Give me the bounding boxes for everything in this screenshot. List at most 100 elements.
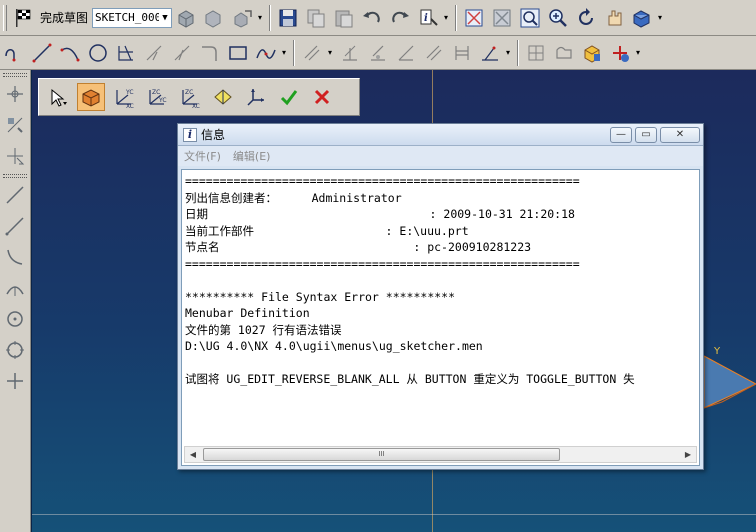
rotate-icon[interactable] — [573, 5, 599, 31]
zoom-box-icon[interactable] — [517, 5, 543, 31]
paste-icon[interactable] — [331, 5, 357, 31]
svg-text:ZC: ZC — [152, 89, 160, 96]
copy-icon[interactable] — [303, 5, 329, 31]
horizontal-scrollbar[interactable]: ◀ III ▶ — [184, 446, 697, 463]
sketch-line-icon[interactable] — [2, 182, 28, 208]
datum-csys-triad — [703, 355, 756, 409]
close-button[interactable]: ✕ — [660, 126, 700, 143]
sketch-name-value: SKETCH_000 — [95, 11, 160, 24]
constraint-parallel-icon[interactable] — [421, 40, 447, 66]
scroll-track[interactable]: III — [201, 447, 680, 462]
selection-filter-icon[interactable] — [2, 143, 28, 169]
cancel-x-icon[interactable] — [308, 83, 336, 111]
info-text-content[interactable]: ========================================… — [185, 173, 699, 445]
main-toolbar: 完成草图 SKETCH_000 ▼ ▾ i ▾ ▾ — [0, 0, 756, 36]
constraint-equal-icon[interactable] — [449, 40, 475, 66]
svg-text:i: i — [424, 13, 428, 24]
datum-axis-horizontal — [32, 514, 756, 515]
sketch-name-select[interactable]: SKETCH_000 ▼ — [92, 7, 173, 28]
quick-trim-icon[interactable] — [113, 40, 139, 66]
left-toolbar — [0, 70, 31, 532]
offset-curve-icon[interactable] — [299, 40, 325, 66]
constraint-perpendicular-icon[interactable] — [337, 40, 363, 66]
datum-csys-icon[interactable] — [242, 83, 270, 111]
sketch-add-icon[interactable] — [607, 40, 633, 66]
xc-zc-plane-icon[interactable]: ZC XC — [176, 83, 204, 111]
info-icon: i — [183, 127, 197, 142]
info-window[interactable]: i 信息 — ▭ ✕ 文件(F) 编辑(E) =================… — [177, 123, 704, 470]
snap-point-icon[interactable] — [2, 112, 28, 138]
sketch-table-icon[interactable] — [523, 40, 549, 66]
solid-view-icon[interactable] — [77, 83, 105, 111]
orient-view-icon[interactable] — [173, 5, 199, 31]
arc-center-icon[interactable] — [2, 275, 28, 301]
fillet-icon[interactable] — [169, 40, 195, 66]
info-line: 日期 : 2009-10-31 21:20:18 — [185, 207, 575, 221]
info-icon[interactable]: i — [415, 5, 441, 31]
sketch-region-icon[interactable] — [551, 40, 577, 66]
select-icon[interactable] — [44, 83, 72, 111]
toolbar-separator — [269, 4, 272, 31]
corner-icon[interactable] — [197, 40, 223, 66]
zoom-icon[interactable] — [545, 5, 571, 31]
chevron-down-icon[interactable]: ▾ — [256, 13, 264, 22]
chevron-down-icon[interactable]: ▾ — [504, 48, 512, 57]
save-icon[interactable] — [275, 5, 301, 31]
association-line-icon[interactable] — [2, 213, 28, 239]
profile-icon[interactable] — [1, 40, 27, 66]
pan-icon[interactable] — [601, 5, 627, 31]
chevron-down-icon[interactable]: ▼ — [159, 13, 171, 23]
scroll-left-icon[interactable]: ◀ — [185, 447, 201, 462]
sketch-arc-icon[interactable] — [2, 244, 28, 270]
dimension-icon[interactable] — [477, 40, 503, 66]
studio-spline-icon[interactable] — [253, 40, 279, 66]
zoom-window-icon[interactable] — [489, 5, 515, 31]
axis-y-label: Y — [714, 346, 721, 357]
chevron-down-icon[interactable]: ▾ — [634, 48, 642, 57]
arc-icon[interactable] — [57, 40, 83, 66]
info-line: ********** File Syntax Error ********** — [185, 289, 456, 304]
maximize-button[interactable]: ▭ — [635, 126, 657, 143]
xc-yc-plane-icon[interactable]: YC XC — [110, 83, 138, 111]
scroll-right-icon[interactable]: ▶ — [680, 447, 696, 462]
finish-sketch-flag-icon[interactable] — [11, 5, 37, 31]
info-text-area[interactable]: ========================================… — [181, 169, 700, 466]
scroll-thumb[interactable]: III — [203, 448, 560, 461]
point-icon[interactable] — [2, 81, 28, 107]
redo-icon[interactable] — [387, 5, 413, 31]
line-icon[interactable] — [29, 40, 55, 66]
rectangle-icon[interactable] — [225, 40, 251, 66]
accept-check-icon[interactable] — [275, 83, 303, 111]
datum-plane-icon[interactable] — [209, 83, 237, 111]
chevron-down-icon[interactable]: ▾ — [326, 48, 334, 57]
chevron-down-icon[interactable]: ▾ — [280, 48, 288, 57]
constraint-tangent-icon[interactable] — [365, 40, 391, 66]
yc-zc-plane-icon[interactable]: ZC YC — [143, 83, 171, 111]
constraint-angle-icon[interactable] — [393, 40, 419, 66]
reattach-icon[interactable] — [201, 5, 227, 31]
svg-text:XC: XC — [126, 103, 134, 108]
fit-view-icon[interactable] — [461, 5, 487, 31]
quick-extend-icon[interactable] — [141, 40, 167, 66]
info-line: ========================================… — [185, 174, 580, 188]
toolbar-grip[interactable] — [3, 4, 7, 31]
toolbar-grip[interactable] — [3, 174, 27, 178]
menu-edit[interactable]: 编辑(E) — [233, 148, 271, 164]
svg-text:XC: XC — [192, 103, 200, 108]
chevron-down-icon[interactable]: ▾ — [442, 13, 450, 22]
crosshair-point-icon[interactable] — [2, 368, 28, 394]
circle-points-icon[interactable] — [2, 337, 28, 363]
finish-sketch-label[interactable]: 完成草图 — [40, 9, 88, 26]
toolbar-grip[interactable] — [3, 73, 27, 77]
info-window-titlebar[interactable]: i 信息 — ▭ ✕ — [178, 124, 703, 146]
shaded-view-icon[interactable] — [629, 5, 655, 31]
update-model-icon[interactable] — [229, 5, 255, 31]
minimize-button[interactable]: — — [610, 126, 632, 143]
undo-icon[interactable] — [359, 5, 385, 31]
info-line: D:\UG 4.0\NX 4.0\ugii\menus\ug_sketcher.… — [185, 339, 483, 353]
chevron-down-icon[interactable]: ▾ — [656, 13, 664, 22]
circle-icon[interactable] — [85, 40, 111, 66]
menu-file[interactable]: 文件(F) — [184, 148, 221, 164]
circle-center-icon[interactable] — [2, 306, 28, 332]
sketch-solid-icon[interactable] — [579, 40, 605, 66]
